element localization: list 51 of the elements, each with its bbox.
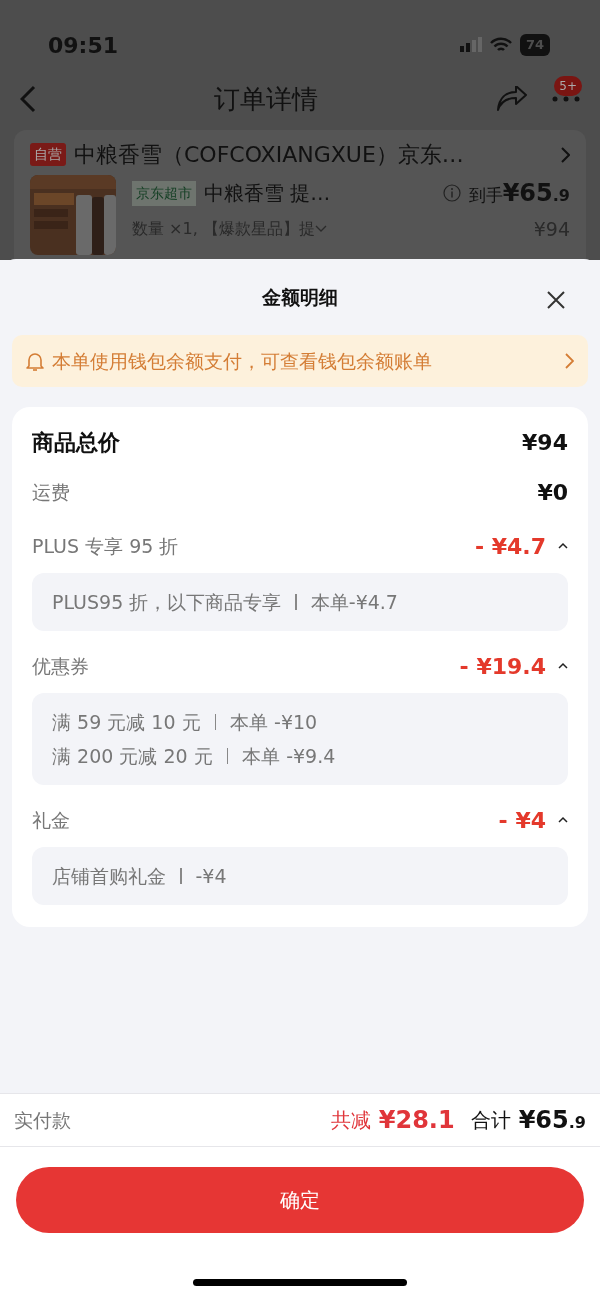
self-run-tag: 自营: [30, 143, 66, 166]
chevron-up-icon[interactable]: [558, 542, 568, 550]
notice-text: 本单使用钱包余额支付，可查看钱包余额账单: [52, 348, 433, 374]
row-amount: - ¥4.7: [474, 532, 546, 561]
notification-badge: 5+: [554, 76, 582, 96]
confirm-button[interactable]: 确定: [16, 1167, 584, 1233]
row-label: 运费: [32, 479, 71, 505]
discount-rule: 店铺首购礼金: [52, 864, 166, 889]
chevron-right-icon[interactable]: [560, 145, 570, 164]
row-amount: - ¥19.4: [459, 652, 546, 681]
row-amount: ¥0: [537, 478, 568, 507]
row-label: 商品总价: [32, 428, 121, 457]
back-button[interactable]: [20, 85, 36, 113]
more-icon[interactable]: [552, 96, 580, 102]
status-time: 09:51: [48, 31, 119, 60]
total-label: 合计: [470, 1107, 511, 1134]
wallet-notice[interactable]: 本单使用钱包余额支付，可查看钱包余额账单: [12, 335, 588, 387]
bell-icon: [26, 351, 44, 371]
page-title: 订单详情: [214, 82, 318, 116]
info-icon[interactable]: [442, 184, 461, 202]
sheet-title: 金额明细: [262, 284, 338, 310]
row-label: PLUS 专享 95 折: [32, 533, 180, 559]
discount-rule: PLUS95 折，以下商品专享: [52, 590, 282, 615]
discount-amount: 本单 -¥10: [230, 710, 318, 735]
row-amount: ¥94: [522, 428, 568, 457]
close-icon: [546, 289, 566, 310]
chevron-up-icon[interactable]: [558, 662, 568, 670]
share-icon[interactable]: [496, 86, 528, 112]
discount-rule: 满 200 元减 20 元: [52, 744, 213, 769]
discount-rule: 满 59 元减 10 元: [52, 710, 201, 735]
back-icon: [20, 85, 36, 113]
row-label: 优惠券: [32, 653, 90, 679]
discount-amount: 本单-¥4.7: [310, 590, 398, 615]
wifi-icon: [489, 37, 512, 53]
product-name[interactable]: 中粮香雪 提…: [204, 178, 435, 208]
row-label: 礼金: [32, 807, 71, 833]
shop-name[interactable]: 中粮香雪（COFCOXIANGXUE）京东…: [74, 138, 552, 171]
actual-payment-label: 实付款: [14, 1107, 72, 1133]
battery-level: 74: [519, 34, 550, 56]
store-tag: 京东超市: [132, 180, 196, 206]
total-reduction-label: 共减: [330, 1107, 371, 1134]
product-price: 到手¥65.9: [468, 178, 570, 209]
discount-amount: 本单 -¥9.4: [242, 744, 336, 769]
total-amount: ¥65.9: [518, 1105, 586, 1136]
signal-icon: [459, 37, 482, 53]
chevron-down-icon: [314, 225, 327, 234]
row-amount: - ¥4: [498, 806, 546, 835]
chevron-right-icon: [565, 353, 574, 369]
chevron-up-icon[interactable]: [558, 816, 568, 824]
total-reduction-amount: ¥28.1: [378, 1105, 455, 1136]
discount-amount: -¥4: [195, 864, 227, 889]
